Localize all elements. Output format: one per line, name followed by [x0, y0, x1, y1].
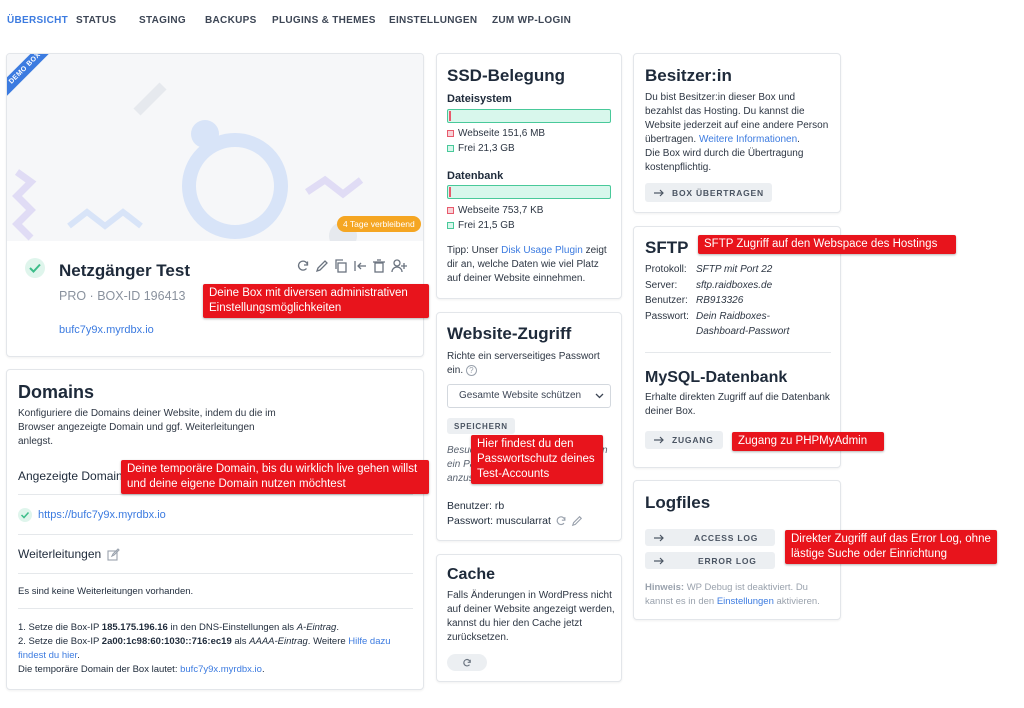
- edit-redirects-icon[interactable]: [107, 547, 120, 561]
- disk-usage-plugin-link[interactable]: Disk Usage Plugin: [501, 245, 583, 256]
- save-button[interactable]: SPEICHERN: [447, 418, 515, 434]
- sftp-password: Dein Raidboxes-Dashboard-Passwort: [696, 310, 790, 338]
- box-name: Netzgänger Test: [59, 261, 190, 280]
- website-access-title: Website-Zugriff: [447, 324, 572, 343]
- arrow-right-icon: [654, 534, 664, 541]
- arrow-right-icon: [654, 189, 664, 196]
- sftp-protocol: SFTP mit Port 22: [696, 264, 773, 275]
- protection-select[interactable]: Gesamte Website schützen: [447, 384, 611, 408]
- mysql-access-button[interactable]: ZUGANG: [645, 431, 723, 449]
- database-label: Datenbank: [447, 170, 504, 182]
- filesystem-usage-bar: [447, 109, 611, 123]
- box-actions: [296, 259, 407, 273]
- filesystem-free-legend: Frei 21,3 GB: [447, 142, 515, 156]
- top-nav: ÜBERSICHT STATUS STAGING BACKUPS PLUGINS…: [0, 0, 1024, 40]
- redirects-label: Weiterleitungen: [18, 547, 102, 561]
- cache-description: Falls Änderungen in WordPress nicht auf …: [447, 590, 615, 643]
- annotation-sftp: SFTP Zugriff auf den Webspace des Hostin…: [698, 235, 956, 254]
- dns-step-2: 2. Setze die Box-IP 2a00:1c98:60:1030::7…: [18, 636, 391, 661]
- filesystem-label: Dateisystem: [447, 93, 512, 105]
- annotation-errorlog: Direkter Zugriff auf das Error Log, ohne…: [785, 530, 997, 564]
- owner-title: Besitzer:in: [645, 66, 732, 85]
- sftp-credentials: Protokoll: SFTP mit Port 22 Server: sftp.r…: [645, 262, 835, 340]
- domains-card: Domains Konfiguriere die Domains deiner …: [6, 369, 424, 690]
- dns-instructions: 1. Setze die Box-IP 185.175.196.16 in de…: [18, 621, 413, 677]
- annotation-domain: Deine temporäre Domain, bis du wirklich …: [121, 460, 429, 494]
- nav-staging[interactable]: STAGING: [139, 15, 186, 26]
- website-access-card: Website-Zugriff Richte ein serverseitige…: [436, 312, 622, 541]
- nav-status[interactable]: STATUS: [76, 15, 116, 26]
- ssd-title: SSD-Belegung: [447, 66, 566, 85]
- box-url-link[interactable]: bufc7y9x.myrdbx.io: [59, 324, 154, 336]
- mysql-title: MySQL-Datenbank: [645, 369, 788, 386]
- box-preview-image: [7, 54, 423, 250]
- logfiles-title: Logfiles: [645, 493, 711, 512]
- dns-step-1: 1. Setze die Box-IP 185.175.196.16 in de…: [18, 622, 339, 633]
- arrow-right-icon: [654, 436, 664, 444]
- days-remaining-badge: 4 Tage verbleibend: [337, 216, 421, 232]
- sftp-title: SFTP: [645, 238, 689, 257]
- move-left-icon[interactable]: [353, 259, 367, 273]
- nav-overview[interactable]: ÜBERSICHT: [7, 15, 68, 26]
- help-icon[interactable]: ?: [465, 365, 477, 376]
- add-user-icon[interactable]: [391, 259, 407, 273]
- domains-description: Konfiguriere die Domains deiner Website,…: [18, 408, 276, 447]
- cache-title: Cache: [447, 566, 496, 583]
- nav-wp-login[interactable]: ZUM WP-LOGIN: [492, 15, 571, 26]
- filesystem-website-legend: Webseite 151,6 MB: [447, 127, 545, 141]
- regenerate-password-icon[interactable]: [555, 515, 567, 527]
- trash-icon[interactable]: [372, 259, 386, 273]
- copy-icon[interactable]: [334, 259, 348, 273]
- annotation-password: Hier findest du den Passwortschutz deine…: [471, 435, 603, 484]
- displayed-domain-link[interactable]: https://bufc7y9x.myrdbx.io: [38, 509, 166, 521]
- website-access-description: Richte ein serverseitiges Passwort ein. …: [447, 351, 600, 376]
- ssd-card: SSD-Belegung Dateisystem Webseite 151,6 …: [436, 53, 622, 299]
- owner-description: Du bist Besitzer:in dieser Box und bezah…: [645, 92, 829, 173]
- owner-card: Besitzer:in Du bist Besitzer:in dieser B…: [633, 53, 841, 213]
- check-circle-icon: [18, 508, 32, 522]
- access-username: Benutzer: rb: [447, 500, 505, 512]
- redirects-header: Weiterleitungen: [18, 547, 120, 561]
- access-password-row: Passwort: muscularrat: [447, 515, 583, 527]
- wp-debug-hint: Hinweis: WP Debug ist deaktiviert. Du ka…: [645, 582, 820, 607]
- nav-settings[interactable]: EINSTELLUNGEN: [389, 15, 477, 26]
- status-check-icon: [25, 258, 45, 278]
- temp-domain-note: Die temporäre Domain der Box lautet: buf…: [18, 664, 265, 675]
- box-meta: PRO · BOX-ID 196413: [59, 289, 186, 303]
- domains-title: Domains: [18, 382, 95, 402]
- no-redirects-text: Es sind keine Weiterleitungen vorhanden.: [18, 586, 194, 597]
- clear-cache-button[interactable]: [447, 654, 487, 671]
- refresh-icon[interactable]: [296, 259, 310, 273]
- error-log-button[interactable]: ERROR LOG: [645, 552, 775, 569]
- access-password: Passwort: muscularrat: [447, 515, 551, 527]
- displayed-domain-label: Angezeigte Domain: [18, 469, 123, 483]
- access-log-button[interactable]: ACCESS LOG: [645, 529, 775, 546]
- edit-password-icon[interactable]: [571, 515, 583, 527]
- temp-domain-link[interactable]: bufc7y9x.myrdbx.io: [180, 664, 262, 675]
- displayed-domain-row: https://bufc7y9x.myrdbx.io: [18, 508, 166, 522]
- database-website-legend: Webseite 753,7 KB: [447, 204, 543, 218]
- sftp-user: RB913326: [696, 295, 744, 306]
- sftp-server: sftp.raidboxes.de: [696, 279, 773, 291]
- edit-icon[interactable]: [315, 259, 329, 273]
- nav-backups[interactable]: BACKUPS: [205, 15, 257, 26]
- database-free-legend: Frei 21,5 GB: [447, 219, 515, 233]
- transfer-box-button[interactable]: BOX ÜBERTRAGEN: [645, 183, 772, 202]
- ssd-tip: Tipp: Unser Disk Usage Plugin zeigt dir …: [447, 245, 607, 284]
- more-info-link[interactable]: Weitere Informationen: [699, 134, 797, 145]
- box-pattern-illustration: [12, 82, 364, 250]
- arrow-right-icon: [654, 557, 664, 564]
- refresh-icon: [463, 658, 471, 667]
- nav-plugins-themes[interactable]: PLUGINS & THEMES: [272, 15, 376, 26]
- chevron-down-icon: [595, 393, 604, 399]
- mysql-description: Erhalte direkten Zugriff auf die Datenba…: [645, 392, 830, 417]
- annotation-phpmyadmin: Zugang zu PHPMyAdmin: [732, 432, 884, 451]
- database-usage-bar: [447, 185, 611, 199]
- cache-card: Cache Falls Änderungen in WordPress nich…: [436, 554, 622, 682]
- settings-link[interactable]: Einstellungen: [717, 596, 774, 607]
- annotation-box: Deine Box mit diversen administrativen E…: [203, 284, 429, 318]
